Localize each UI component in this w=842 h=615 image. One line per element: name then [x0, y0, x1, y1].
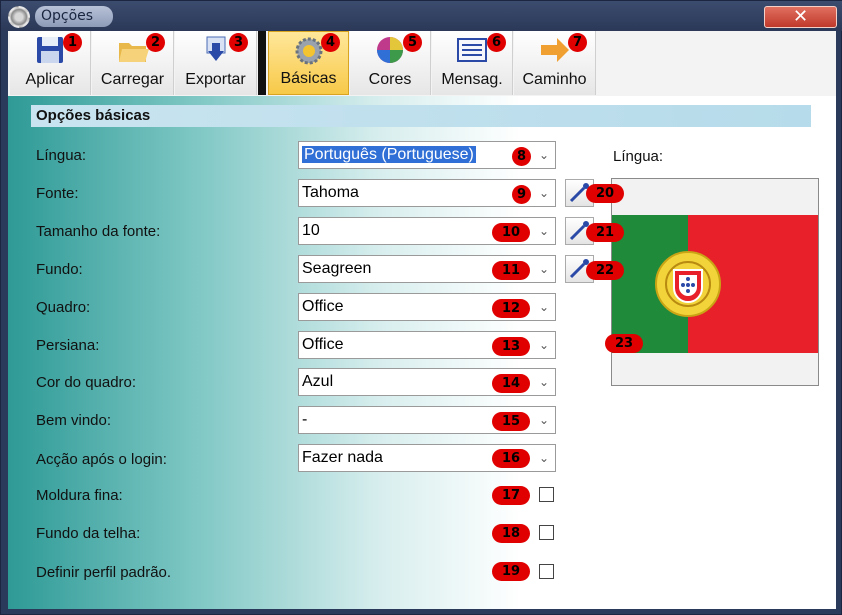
badge-blind: 13 — [492, 337, 530, 356]
default-profile-checkbox[interactable] — [539, 564, 554, 579]
toolbar: Aplicar Carregar Exportar Básicas Cores … — [8, 31, 836, 96]
font-size-value: 10 — [302, 222, 320, 239]
badge-font-size: 10 — [492, 223, 530, 242]
basic-label: Básicas — [280, 70, 337, 87]
badge-flag-preview: 23 — [605, 334, 643, 353]
badge-welcome: 15 — [492, 412, 530, 431]
basic-options-panel: Opções básicas Língua: Português (Portug… — [8, 96, 836, 609]
background-label: Fundo: — [36, 261, 83, 278]
thin-frame-label: Moldura fina: — [36, 487, 123, 504]
badge-tile-background: 18 — [492, 524, 530, 543]
language-label: Língua: — [36, 147, 87, 164]
language-flag-preview — [611, 178, 819, 386]
apply-label: Aplicar — [25, 71, 75, 88]
chevron-down-icon: ⌄ — [539, 300, 550, 314]
window-title: Opções — [35, 6, 113, 27]
path-label: Caminho — [522, 71, 587, 88]
title-bar: Opções ✕ — [1, 1, 842, 31]
badge-messages: 6 — [487, 33, 506, 52]
welcome-value: - — [302, 411, 308, 428]
export-icon — [206, 36, 225, 61]
language-preview-label: Língua: — [613, 148, 664, 165]
badge-export: 3 — [229, 33, 248, 52]
blind-label: Persiana: — [36, 337, 100, 354]
options-window: Opções ✕ Aplicar Carregar Exportar Básic… — [0, 0, 842, 615]
gear-icon[interactable] — [8, 6, 30, 28]
thin-frame-checkbox[interactable] — [539, 487, 554, 502]
section-title: Opções básicas — [31, 105, 811, 127]
toolbar-divider — [258, 31, 266, 95]
chevron-down-icon: ⌄ — [539, 338, 550, 352]
floppy-disk-icon — [37, 37, 63, 63]
frame-color-label: Cor do quadro: — [36, 374, 137, 391]
default-profile-label: Definir perfil padrão. — [36, 564, 172, 581]
chevron-down-icon: ⌄ — [539, 224, 550, 238]
chevron-down-icon: ⌄ — [539, 375, 550, 389]
badge-background: 11 — [492, 261, 530, 280]
frame-label: Quadro: — [36, 299, 91, 316]
frame-color-value: Azul — [302, 373, 334, 390]
messages-label: Mensag. — [441, 71, 503, 88]
badge-font-size-picker: 21 — [586, 223, 624, 242]
font-size-label: Tamanho da fonte: — [36, 223, 161, 240]
chevron-down-icon: ⌄ — [539, 413, 550, 427]
tile-background-checkbox[interactable] — [539, 525, 554, 540]
arrow-right-icon — [540, 38, 569, 62]
badge-language: 8 — [512, 147, 531, 166]
background-value: Seagreen — [302, 260, 372, 277]
badge-font: 9 — [512, 185, 531, 204]
colors-label: Cores — [368, 71, 412, 88]
font-label: Fonte: — [36, 185, 79, 202]
welcome-label: Bem vindo: — [36, 412, 112, 429]
font-value: Tahoma — [302, 184, 359, 201]
frame-value: Office — [302, 298, 344, 315]
badge-thin-frame: 17 — [492, 486, 530, 505]
badge-font-picker: 20 — [586, 184, 624, 203]
chevron-down-icon: ⌄ — [539, 148, 550, 162]
blind-value: Office — [302, 336, 344, 353]
chevron-down-icon: ⌄ — [539, 262, 550, 276]
color-wheel-icon — [377, 37, 403, 63]
badge-colors: 5 — [403, 33, 422, 52]
open-folder-icon — [118, 43, 149, 62]
badge-apply: 1 — [63, 33, 82, 52]
badge-background-picker: 22 — [586, 261, 624, 280]
badge-frame-color: 14 — [492, 374, 530, 393]
message-icon — [457, 38, 487, 62]
tile-background-label: Fundo da telha: — [36, 525, 141, 542]
badge-after-login: 16 — [492, 449, 530, 468]
close-button[interactable]: ✕ — [764, 6, 837, 28]
chevron-down-icon: ⌄ — [539, 186, 550, 200]
portugal-flag — [612, 215, 818, 353]
load-label: Carregar — [100, 71, 165, 88]
badge-default-profile: 19 — [492, 562, 530, 581]
chevron-down-icon: ⌄ — [539, 451, 550, 465]
badge-basic: 4 — [321, 33, 340, 52]
badge-path: 7 — [568, 33, 587, 52]
badge-frame: 12 — [492, 299, 530, 318]
badge-load: 2 — [146, 33, 165, 52]
after-login-value: Fazer nada — [302, 449, 383, 466]
export-label: Exportar — [185, 71, 246, 88]
after-login-label: Acção após o login: — [36, 451, 167, 468]
language-value: Português (Portuguese) — [301, 145, 477, 164]
